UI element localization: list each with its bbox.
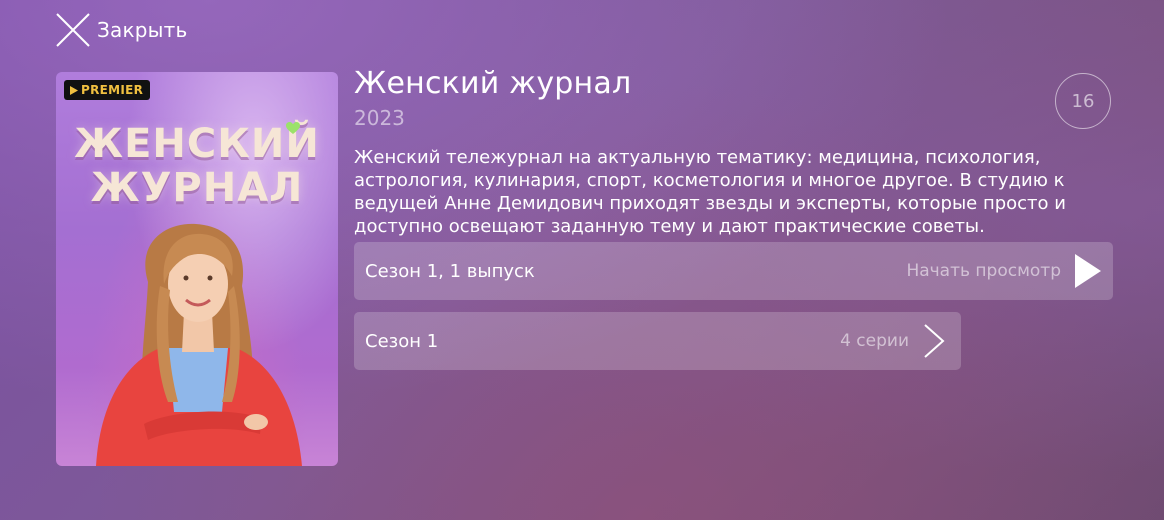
poster-title: ЖЕНСКИЙ ЖУРНАЛ	[56, 122, 338, 210]
show-year: 2023	[354, 106, 405, 130]
episode-count: 4 серии	[840, 331, 909, 351]
premier-badge-label: PREMIER	[81, 83, 144, 97]
show-poster: PREMIER ЖЕНСКИЙ ЖУРНАЛ	[56, 72, 338, 466]
episode-label: Сезон 1, 1 выпуск	[365, 260, 535, 282]
start-watching-label: Начать просмотр	[906, 261, 1061, 281]
start-watching-button[interactable]: Сезон 1, 1 выпуск Начать просмотр	[354, 242, 1113, 300]
show-title: Женский журнал	[354, 66, 632, 101]
show-description: Женский тележурнал на актуальную тематик…	[354, 147, 1066, 237]
close-label: Закрыть	[97, 18, 188, 42]
close-icon	[56, 13, 90, 47]
age-rating-badge: 16	[1055, 73, 1111, 129]
chevron-right-icon	[924, 324, 945, 358]
heart-icon	[286, 122, 300, 134]
premier-play-icon	[70, 85, 78, 95]
poster-title-line2: ЖУРНАЛ	[90, 165, 304, 211]
close-button[interactable]: Закрыть	[55, 10, 187, 50]
season-button[interactable]: Сезон 1 4 серии	[354, 312, 961, 370]
play-icon	[1075, 254, 1101, 288]
premier-badge: PREMIER	[64, 80, 151, 100]
season-label: Сезон 1	[365, 330, 439, 352]
